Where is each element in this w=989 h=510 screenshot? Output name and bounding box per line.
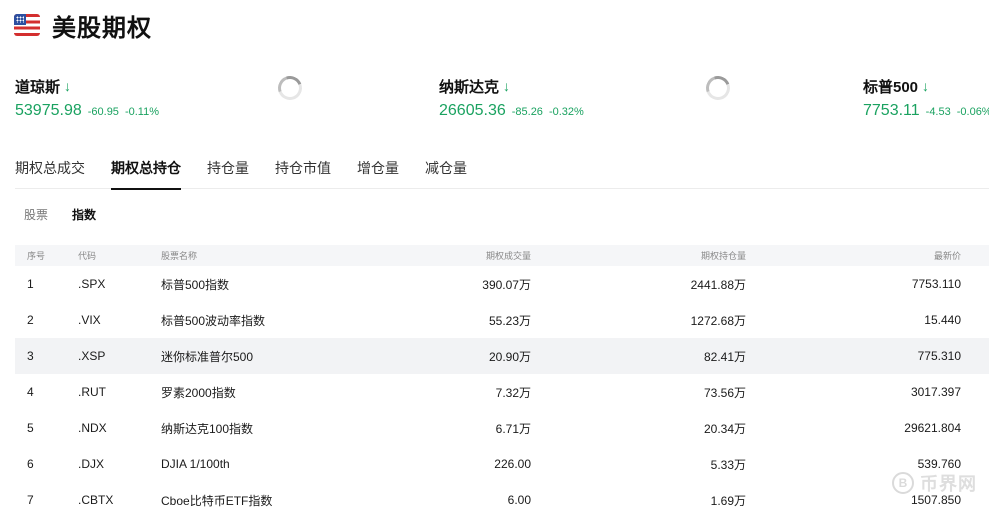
watermark: B 币界网 [892,470,977,496]
table-row[interactable]: 2 .VIX 标普500波动率指数 55.23万 1272.68万 15.440 [15,302,989,338]
row-rank: 3 [27,349,34,363]
down-arrow-icon: ↓ [64,78,72,94]
down-arrow-icon: ↓ [503,78,511,94]
row-rank: 4 [27,385,34,399]
table-row[interactable]: 4 .RUT 罗素2000指数 7.32万 73.56万 3017.397 [15,374,989,410]
table-row[interactable]: 1 .SPX 标普500指数 390.07万 2441.88万 7753.110 [15,266,989,302]
column-header-rank: 序号 [27,251,46,261]
loading-spinner-icon [274,72,306,104]
row-rank: 1 [27,277,34,291]
row-open-interest: 2441.88万 [690,277,746,292]
index-sp500[interactable]: 标普500 ↓ 7753.11 -4.53 -0.06% [863,76,989,120]
page-header: 美股期权 [14,10,152,42]
row-name: Cboe比特币ETF指数 [161,493,273,508]
row-code: .SPX [78,277,106,291]
row-code: .XSP [78,349,106,363]
loading-spinner-icon [702,72,734,104]
table-header: 序号 代码 股票名称 期权成交量 期权持仓量 最新价 [15,245,989,266]
index-change: -4.53 [925,106,951,118]
row-rank: 2 [27,313,34,327]
table-row[interactable]: 7 .CBTX Cboe比特币ETF指数 6.00 1.69万 1507.850 [15,482,989,510]
index-dow-jones[interactable]: 道琼斯 ↓ 53975.98 -60.95 -0.11% [15,76,159,120]
row-options-volume: 226.00 [494,457,531,471]
row-name: DJIA 1/100th [161,457,230,471]
tab-total-open-interest[interactable]: 期权总持仓 [111,156,181,190]
row-name: 纳斯达克100指数 [161,421,254,436]
row-open-interest: 20.34万 [703,421,746,436]
row-name: 迷你标准普尔500 [161,349,254,364]
row-options-volume: 55.23万 [488,313,531,328]
row-code: .RUT [78,385,106,399]
row-options-volume: 390.07万 [482,277,531,292]
bitcoin-logo-icon: B [892,472,914,494]
column-header-options-volume[interactable]: 期权成交量 [486,249,531,262]
index-nasdaq[interactable]: 纳斯达克 ↓ 26605.36 -85.26 -0.32% [439,76,584,120]
row-last-price: 29621.804 [904,421,961,435]
table-row[interactable]: 6 .DJX DJIA 1/100th 226.00 5.33万 539.760 [15,446,989,482]
table-row[interactable]: 5 .NDX 纳斯达克100指数 6.71万 20.34万 29621.804 [15,410,989,446]
column-header-name[interactable]: 股票名称 [161,249,197,262]
row-code: .CBTX [78,493,114,507]
subtab-indices[interactable]: 指数 [72,206,96,223]
sub-tabs: 股票 指数 [24,206,120,223]
row-rank: 5 [27,421,34,435]
us-flag-icon [14,14,40,36]
row-last-price: 7753.110 [911,277,961,291]
row-rank: 7 [27,493,34,507]
row-code: .DJX [78,457,105,471]
index-price: 26605.36 [439,102,506,119]
index-price: 7753.11 [863,102,920,119]
index-change: -60.95 [87,106,119,118]
row-code: .VIX [78,313,101,327]
index-name: 标普500 [863,78,919,96]
tab-position-value[interactable]: 持仓市值 [275,156,331,189]
row-open-interest: 1.69万 [710,493,746,508]
row-open-interest: 5.33万 [710,457,746,472]
index-price: 53975.98 [15,102,82,119]
table-row[interactable]: 3 .XSP 迷你标准普尔500 20.90万 82.41万 775.310 [15,338,989,374]
index-change-percent: -0.11% [124,106,159,118]
row-name: 标普500波动率指数 [161,313,266,328]
index-change-percent: -0.06% [956,106,989,118]
row-options-volume: 6.00 [507,493,531,507]
index-change: -85.26 [511,106,543,118]
row-open-interest: 73.56万 [703,385,746,400]
row-name: 标普500指数 [161,277,230,292]
row-options-volume: 6.71万 [495,421,531,436]
row-last-price: 3017.397 [910,385,961,399]
main-tabs: 期权总成交 期权总持仓 持仓量 持仓市值 增仓量 减仓量 [15,156,989,190]
index-change-percent: -0.32% [548,106,584,118]
watermark-text: 币界网 [920,474,977,494]
row-open-interest: 82.41万 [703,349,746,364]
row-last-price: 539.760 [917,457,961,471]
row-options-volume: 20.90万 [488,349,531,364]
row-last-price: 15.440 [924,313,961,327]
row-open-interest: 1272.68万 [690,313,746,328]
row-code: .NDX [78,421,107,435]
row-last-price: 775.310 [917,349,961,363]
row-options-volume: 7.32万 [495,385,531,400]
tab-position-increase[interactable]: 增仓量 [357,156,399,189]
row-name: 罗素2000指数 [161,385,236,400]
options-table: 序号 代码 股票名称 期权成交量 期权持仓量 最新价 1 .SPX 标普500指… [15,245,989,510]
tab-position-decrease[interactable]: 减仓量 [425,156,467,189]
tab-total-volume[interactable]: 期权总成交 [15,156,85,189]
row-rank: 6 [27,457,34,471]
index-name: 道琼斯 [15,78,61,96]
column-header-open-interest[interactable]: 期权持仓量 [701,249,746,262]
index-name: 纳斯达克 [439,78,500,96]
down-arrow-icon: ↓ [922,78,930,94]
column-header-code: 代码 [78,251,97,261]
subtab-stocks[interactable]: 股票 [24,206,48,223]
page-title: 美股期权 [52,14,152,42]
column-header-last-price[interactable]: 最新价 [934,249,961,262]
tab-position-volume[interactable]: 持仓量 [207,156,249,189]
